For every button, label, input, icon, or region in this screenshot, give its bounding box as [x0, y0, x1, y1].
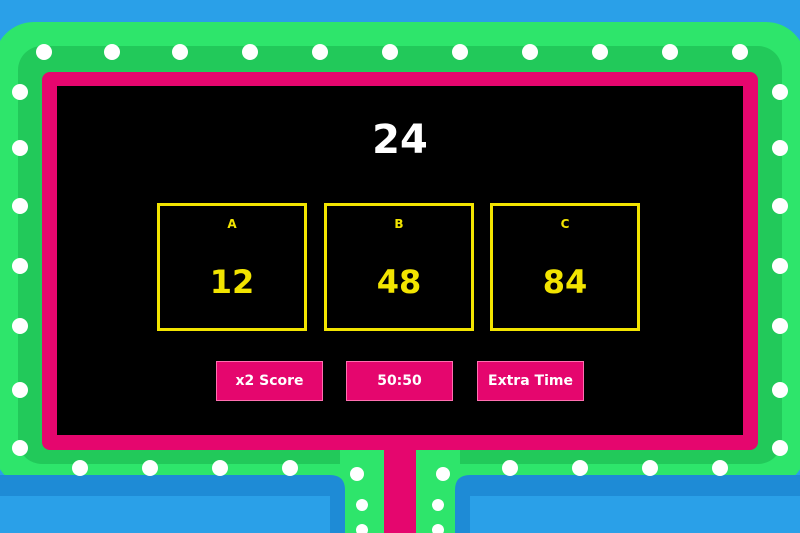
option-value: 48: [376, 263, 422, 301]
option-value: 84: [542, 263, 588, 301]
x2-score-button[interactable]: x2 Score: [216, 361, 323, 401]
fifty-fifty-button[interactable]: 50:50: [346, 361, 453, 401]
answer-option-c[interactable]: C 84: [490, 203, 640, 331]
option-letter: A: [227, 217, 237, 231]
stem-pink: [384, 445, 416, 533]
option-letter: C: [560, 217, 570, 231]
option-value: 12: [209, 263, 255, 301]
answer-option-a[interactable]: A 12: [157, 203, 307, 331]
game-board-screen: 24 A 12 B 48 C 84 x2 Score 50:50 Extra T…: [0, 0, 800, 533]
extra-time-button[interactable]: Extra Time: [477, 361, 584, 401]
answer-option-b[interactable]: B 48: [324, 203, 474, 331]
question-text: 24: [372, 117, 428, 163]
option-letter: B: [394, 217, 404, 231]
